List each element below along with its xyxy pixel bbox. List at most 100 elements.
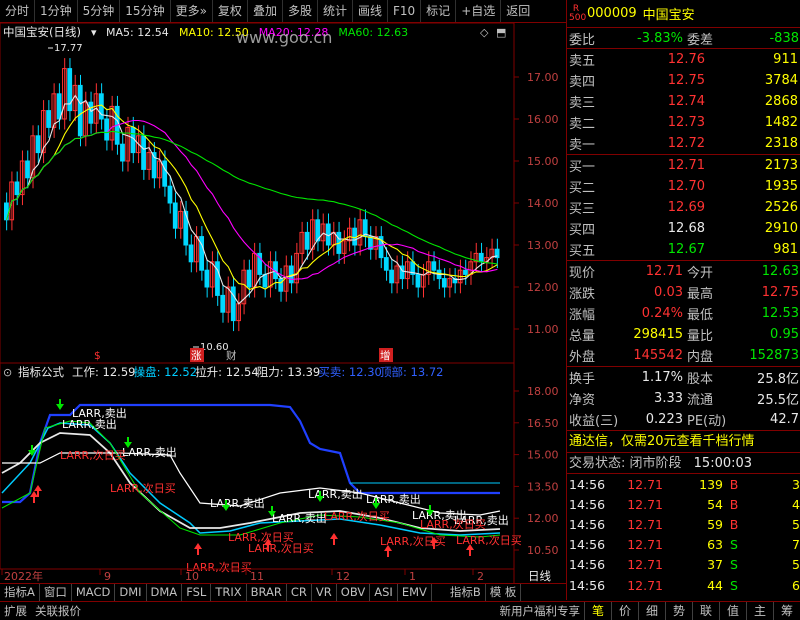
stat-label: 现价 xyxy=(569,266,596,281)
period-label[interactable]: 日线 xyxy=(528,569,551,583)
extend-button[interactable]: 扩展 xyxy=(0,602,31,620)
indicator-tab-6[interactable]: TRIX xyxy=(211,584,247,601)
event-marker-zeng[interactable]: 增 xyxy=(380,349,391,362)
indicator-tab-1[interactable]: 窗口 xyxy=(40,584,72,601)
sell-signal-label: LARR,卖出 xyxy=(308,487,363,501)
indicator-menu-icon[interactable]: ⊙ xyxy=(3,366,12,379)
quote-tab-5[interactable]: 值 xyxy=(719,602,746,620)
tick-side: B xyxy=(729,516,739,532)
indicator-tab-13[interactable]: 指标B xyxy=(446,584,486,601)
ask-row-2: 卖二 12.73 1482 xyxy=(567,112,800,133)
ask-volume: 2868 xyxy=(764,94,798,109)
ask-label: 卖一 xyxy=(569,138,596,153)
toolbar-button-13[interactable]: 返回 xyxy=(501,0,535,22)
event-marker-zhang[interactable]: 涨 xyxy=(191,350,202,362)
buy-arrow-icon xyxy=(194,543,202,555)
bid-volume: 2910 xyxy=(764,221,798,236)
toolbar-button-5[interactable]: 复权 xyxy=(213,0,248,22)
price-tick: 13.00 xyxy=(527,239,559,252)
promo-banner[interactable]: 通达信，仅需20元查看千档行情 xyxy=(567,430,800,452)
stat-label: 内盘 xyxy=(687,350,714,365)
toolbar-button-0[interactable]: 分时 xyxy=(0,0,36,22)
tick-side: S xyxy=(730,557,738,573)
quote-tab-6[interactable]: 主 xyxy=(746,602,773,620)
indicator-tab-3[interactable]: DMI xyxy=(115,584,147,601)
fund-value: 25.5亿 xyxy=(757,393,799,408)
toolbar-button-8[interactable]: 统计 xyxy=(318,0,353,22)
diamond-icon[interactable]: ◇ xyxy=(480,26,489,39)
tick-price: 12.71 xyxy=(627,516,663,532)
event-marker-dollar[interactable]: $ xyxy=(94,350,101,362)
ask-volume: 2318 xyxy=(764,136,798,151)
promo-link[interactable]: 新用户福利专享 xyxy=(496,602,585,620)
indicator-value-0: 工作: 12.59 xyxy=(72,365,135,379)
stat-value: 12.63 xyxy=(761,264,799,279)
bid-label: 买二 xyxy=(569,181,596,196)
stat-label: 总量 xyxy=(569,329,596,344)
ask-row-1: 卖一 12.72 2318 xyxy=(567,133,800,154)
date-label: 11 xyxy=(250,570,264,583)
bottom-bar: 扩展 关联报价 新用户福利专享 笔价细势联值主筹 xyxy=(0,601,800,620)
toolbar-button-2[interactable]: 5分钟 xyxy=(78,0,121,22)
quote-tab-2[interactable]: 细 xyxy=(638,602,665,620)
toolbar-button-10[interactable]: F10 xyxy=(388,0,422,22)
related-quote-button[interactable]: 关联报价 xyxy=(31,602,85,620)
quote-tab-7[interactable]: 筹 xyxy=(773,602,800,620)
ma-selector-icon[interactable]: ▾ xyxy=(91,26,97,39)
bid-row-4: 买四 12.68 2910 xyxy=(567,218,800,239)
fund-value: 25.8亿 xyxy=(757,372,799,387)
toolbar-button-4[interactable]: 更多» xyxy=(171,0,213,22)
ask-price: 12.74 xyxy=(667,94,705,109)
indicator-tab-14[interactable]: 模 板 xyxy=(486,584,522,601)
indicator-name[interactable]: 指标公式 xyxy=(18,365,64,379)
quote-tab-1[interactable]: 价 xyxy=(611,602,638,620)
stat-value: 152873 xyxy=(749,348,799,363)
toolbar-button-1[interactable]: 1分钟 xyxy=(35,0,78,22)
tick-time: 14:56 xyxy=(569,496,606,512)
bid-book: 买一 12.71 2173 买二 12.70 1935 买三 12.69 2526 买四 12.68… xyxy=(567,155,800,261)
tick-list[interactable]: 14:56 12.71 139 B 3 14:56 12.71 54 B 4 14:56 12.71 5… xyxy=(567,474,800,620)
quote-tab-3[interactable]: 势 xyxy=(665,602,692,620)
indicator-tab-4[interactable]: DMA xyxy=(147,584,183,601)
toolbar-button-6[interactable]: 叠加 xyxy=(248,0,283,22)
indicator-tab-7[interactable]: BRAR xyxy=(247,584,287,601)
bid-row-5: 买五 12.67 981 xyxy=(567,239,800,260)
bid-price: 12.68 xyxy=(667,221,705,236)
stock-header: R 500 000009 中国宝安 xyxy=(567,0,800,28)
ask-price: 12.72 xyxy=(667,136,705,151)
stat-value: 0.03 xyxy=(654,285,683,300)
expand-icon[interactable]: ⬒ xyxy=(496,26,506,39)
chart-area[interactable]: 17.00 16.00 15.00 14.00 13.00 12.00 11.00 18.0… xyxy=(0,22,566,583)
fund-label: 收益(三) xyxy=(569,414,619,429)
order-diff-value: -838 xyxy=(769,30,799,46)
indicator-tab-2[interactable]: MACD xyxy=(72,584,116,601)
price-stats: 现价 12.71 今开 12.63 涨跌 0.03 最高 12.75 涨幅 0.24% 最低 12.5… xyxy=(567,261,800,367)
toolbar-button-7[interactable]: 多股 xyxy=(283,0,318,22)
event-marker-cai[interactable]: 财 xyxy=(226,349,237,362)
tick-count: 7 xyxy=(792,537,800,553)
indicator-tab-0[interactable]: 指标A xyxy=(0,584,40,601)
indicator-tab-12[interactable]: EMV xyxy=(398,584,432,601)
toolbar-button-12[interactable]: +自选 xyxy=(456,0,502,22)
quote-tab-4[interactable]: 联 xyxy=(692,602,719,620)
stat-label: 涨跌 xyxy=(569,287,596,302)
indicator-tick: 12.00 xyxy=(527,512,559,525)
bid-volume: 2173 xyxy=(764,158,798,173)
bid-row-2: 买二 12.70 1935 xyxy=(567,176,800,197)
bid-label: 买三 xyxy=(569,202,596,217)
order-ratio-row: 委比 -3.83% 委差 -838 xyxy=(567,28,800,49)
indicator-tab-9[interactable]: VR xyxy=(312,584,337,601)
toolbar-button-3[interactable]: 15分钟 xyxy=(120,0,171,22)
tick-row: 14:56 12.71 44 S 6 xyxy=(567,575,800,595)
indicator-tab-10[interactable]: OBV xyxy=(337,584,371,601)
quote-tab-0[interactable]: 笔 xyxy=(584,602,611,620)
kline-chart[interactable]: 17.00 16.00 15.00 14.00 13.00 12.00 11.00 18.0… xyxy=(0,22,566,583)
toolbar-button-11[interactable]: 标记 xyxy=(421,0,457,22)
indicator-tab-8[interactable]: CR xyxy=(287,584,312,601)
ask-label: 卖二 xyxy=(569,117,596,132)
toolbar-button-9[interactable]: 画线 xyxy=(353,0,388,22)
indicator-tab-5[interactable]: FSL xyxy=(182,584,212,601)
tick-price: 12.71 xyxy=(627,537,663,553)
period-toolbar: 分时 1分钟 5分钟 15分钟 更多» 复权 叠加 多股 统计 画线 F10 标记 +自选 返回 xyxy=(0,0,566,23)
indicator-tab-11[interactable]: ASI xyxy=(370,584,398,601)
